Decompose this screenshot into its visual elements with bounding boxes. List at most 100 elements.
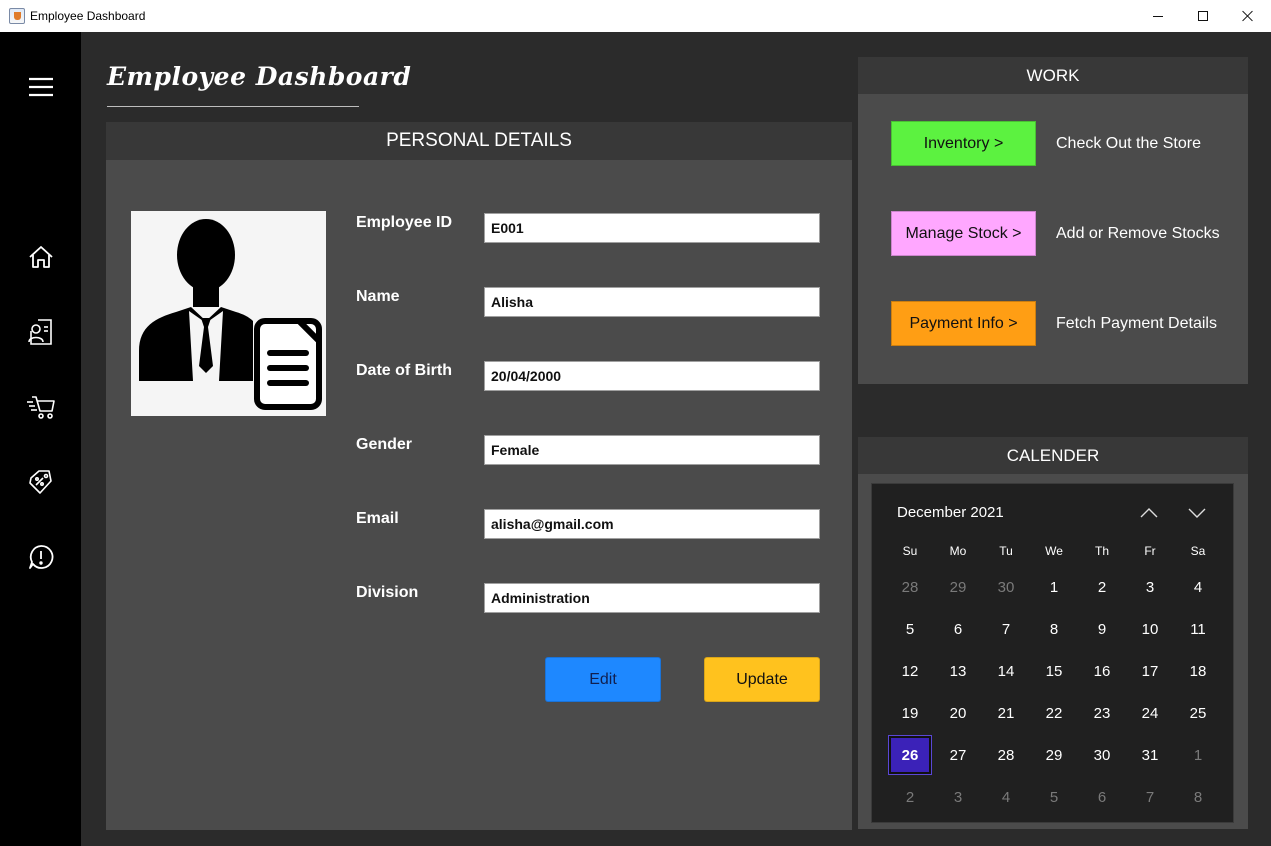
calendar-day[interactable]: 3 (937, 778, 979, 816)
calendar-weekday: We (1045, 544, 1063, 558)
calendar-day[interactable]: 11 (1177, 610, 1219, 648)
calendar-day[interactable]: 17 (1129, 652, 1171, 690)
calendar-day[interactable]: 29 (1033, 736, 1075, 774)
calendar-weekday: Mo (949, 544, 967, 558)
calendar-day[interactable]: 28 (985, 736, 1027, 774)
calendar-day[interactable]: 25 (1177, 694, 1219, 732)
maximize-button[interactable] (1180, 0, 1226, 32)
calendar-day[interactable]: 23 (1081, 694, 1123, 732)
calendar-day[interactable]: 6 (937, 610, 979, 648)
next-month-button[interactable] (1183, 502, 1211, 524)
calendar-day[interactable]: 7 (985, 610, 1027, 648)
calendar-day[interactable]: 21 (985, 694, 1027, 732)
calendar-day[interactable]: 15 (1033, 652, 1075, 690)
division-label: Division (356, 584, 419, 601)
window-title: Employee Dashboard (30, 9, 146, 23)
calendar-month-label[interactable]: December 2021 (897, 504, 1004, 521)
java-app-icon (9, 8, 25, 24)
calendar-panel: CALENDER December 2021 Su Mo Tu We Th Fr Sa 28 2… (858, 437, 1248, 829)
payment-info-description: Fetch Payment Details (1056, 315, 1217, 332)
work-panel: WORK Inventory > Check Out the Store Man… (858, 57, 1248, 384)
calendar-day[interactable]: 27 (937, 736, 979, 774)
payment-info-button[interactable]: Payment Info > (891, 301, 1036, 346)
name-field[interactable] (484, 287, 820, 317)
title-underline (107, 106, 359, 107)
previous-month-button[interactable] (1135, 502, 1163, 524)
employee-id-label: Employee ID (356, 214, 453, 231)
window-titlebar: Employee Dashboard (0, 0, 1271, 32)
employee-id-field[interactable] (484, 213, 820, 243)
chevron-down-icon (1188, 508, 1206, 518)
alert-icon[interactable] (24, 540, 58, 574)
calendar-day[interactable]: 9 (1081, 610, 1123, 648)
minimize-icon (1153, 15, 1163, 17)
calendar-day[interactable]: 5 (889, 610, 931, 648)
calendar-header: CALENDER (858, 437, 1248, 474)
calendar-day[interactable]: 8 (1033, 610, 1075, 648)
calendar-day[interactable]: 24 (1129, 694, 1171, 732)
home-icon[interactable] (24, 240, 58, 274)
calendar-day[interactable]: 16 (1081, 652, 1123, 690)
calendar-day[interactable]: 3 (1129, 568, 1171, 606)
calendar-day[interactable]: 20 (937, 694, 979, 732)
sidebar (0, 32, 81, 846)
email-field[interactable] (484, 509, 820, 539)
page-title: Employee Dashboard (107, 62, 412, 91)
calendar-day[interactable]: 14 (985, 652, 1027, 690)
calendar-day[interactable]: 5 (1033, 778, 1075, 816)
manage-stock-button[interactable]: Manage Stock > (891, 211, 1036, 256)
calendar-day[interactable]: 13 (937, 652, 979, 690)
menu-icon[interactable] (24, 70, 58, 104)
calendar-weekday: Tu (999, 544, 1013, 558)
calendar-day[interactable]: 29 (937, 568, 979, 606)
calendar-day[interactable]: 12 (889, 652, 931, 690)
calendar-weekday: Sa (1190, 544, 1206, 558)
update-button[interactable]: Update (704, 657, 820, 702)
calendar-day[interactable]: 19 (889, 694, 931, 732)
personal-details-panel: PERSONAL DETAILS Employee ID E001 Name A… (106, 122, 852, 830)
calendar-day[interactable]: 4 (985, 778, 1027, 816)
close-button[interactable] (1225, 0, 1271, 32)
dob-field[interactable] (484, 361, 820, 391)
work-header: WORK (858, 57, 1248, 94)
calendar-day[interactable]: 26 (888, 735, 932, 775)
maximize-icon (1198, 11, 1208, 21)
minimize-button[interactable] (1135, 0, 1181, 32)
calendar-day[interactable]: 4 (1177, 568, 1219, 606)
calendar-weekday: Fr (1144, 544, 1156, 558)
calendar-day[interactable]: 30 (985, 568, 1027, 606)
calendar-widget: December 2021 Su Mo Tu We Th Fr Sa 28 29 30 1 2 3 4 5 6… (871, 483, 1234, 823)
calendar-day[interactable]: 8 (1177, 778, 1219, 816)
manage-stock-description: Add or Remove Stocks (1056, 225, 1220, 242)
discount-tag-icon[interactable] (24, 465, 58, 499)
gender-label: Gender (356, 436, 413, 453)
calendar-day[interactable]: 31 (1129, 736, 1171, 774)
close-icon (1242, 10, 1254, 22)
chevron-up-icon (1140, 508, 1158, 518)
personal-details-header: PERSONAL DETAILS (106, 122, 852, 160)
calendar-day[interactable]: 28 (889, 568, 931, 606)
calendar-day[interactable]: 18 (1177, 652, 1219, 690)
edit-button[interactable]: Edit (545, 657, 661, 702)
dob-label: Date of Birth (356, 362, 452, 379)
inventory-button[interactable]: Inventory > (891, 121, 1036, 166)
calendar-day[interactable]: 30 (1081, 736, 1123, 774)
employee-avatar (131, 211, 326, 416)
name-label: Name (356, 288, 400, 305)
calendar-day[interactable]: 6 (1081, 778, 1123, 816)
calendar-day[interactable]: 2 (1081, 568, 1123, 606)
employee-profile-icon[interactable] (24, 315, 58, 349)
calendar-day[interactable]: 7 (1129, 778, 1171, 816)
calendar-day[interactable]: 22 (1033, 694, 1075, 732)
division-field[interactable] (484, 583, 820, 613)
calendar-weekday: Th (1094, 544, 1109, 558)
email-label: Email (356, 510, 399, 527)
inventory-description: Check Out the Store (1056, 135, 1201, 152)
calendar-weekday: Su (902, 544, 918, 558)
calendar-day[interactable]: 1 (1177, 736, 1219, 774)
gender-field[interactable] (484, 435, 820, 465)
cart-icon[interactable] (24, 390, 58, 424)
calendar-day[interactable]: 10 (1129, 610, 1171, 648)
calendar-day[interactable]: 1 (1033, 568, 1075, 606)
calendar-day[interactable]: 2 (889, 778, 931, 816)
